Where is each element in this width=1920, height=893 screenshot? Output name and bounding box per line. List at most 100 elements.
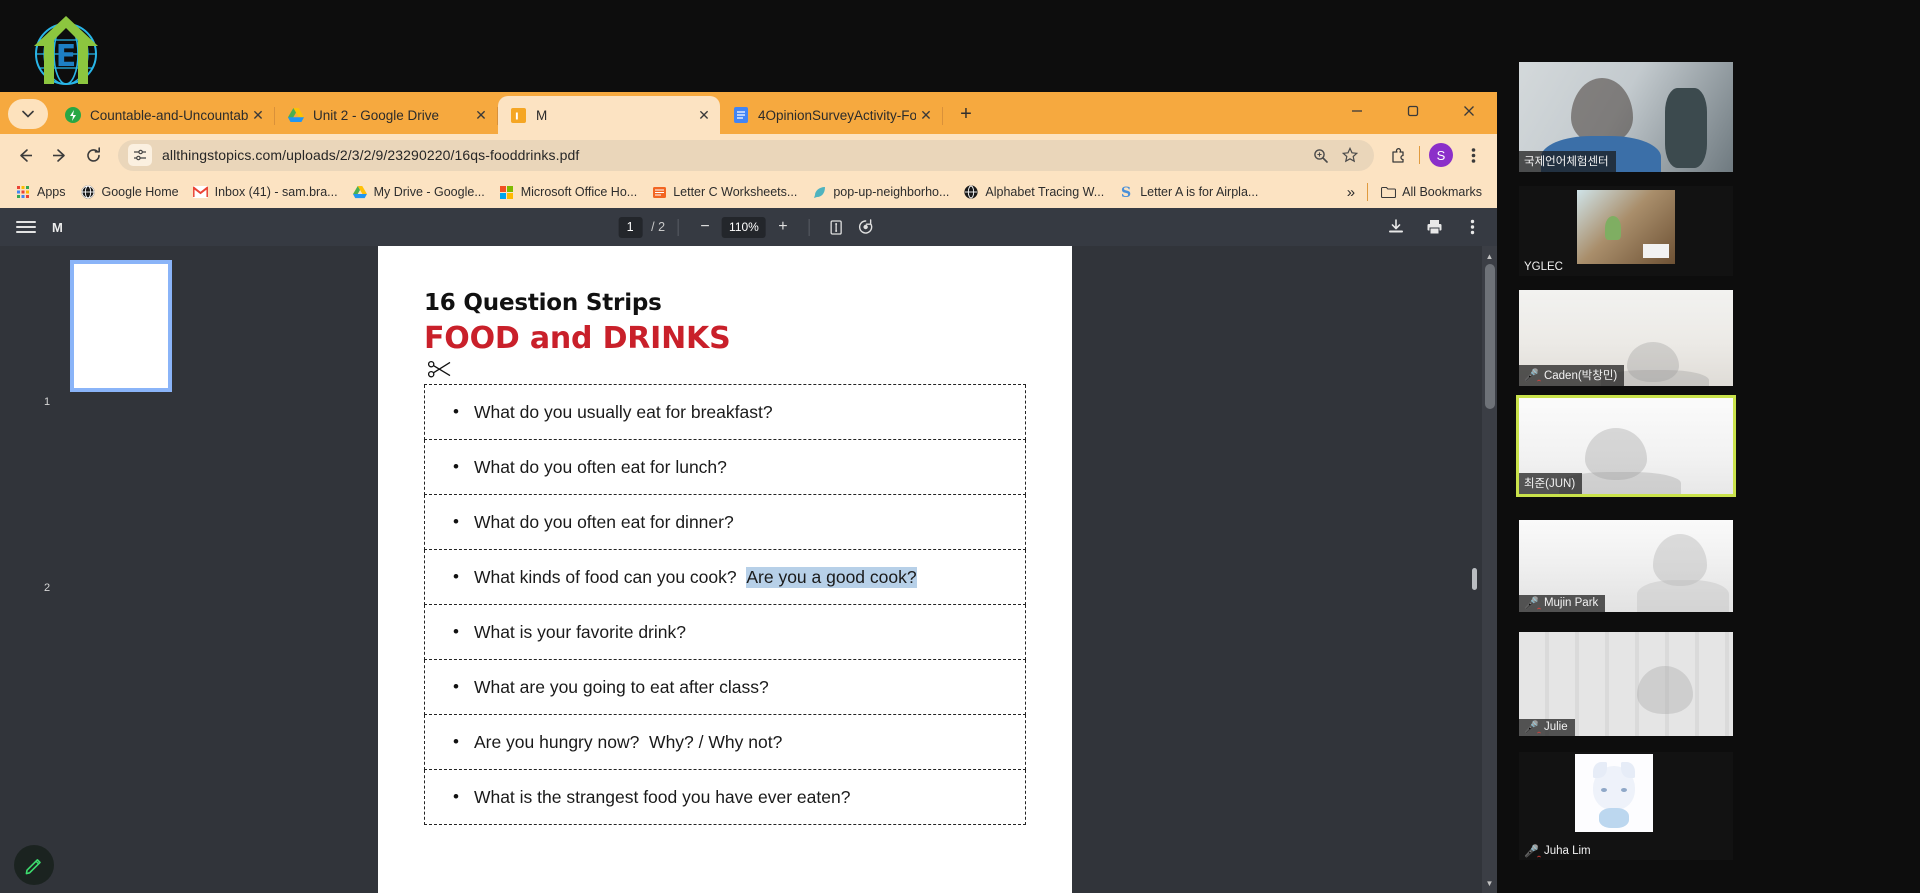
microsoft-icon <box>499 184 515 200</box>
participant-name-1: YGLEC <box>1519 259 1570 276</box>
zoom-indicator-icon[interactable] <box>1306 141 1334 169</box>
participant-name-5: 🎤̯ Julie <box>1519 719 1575 736</box>
bookmark-item-google-home[interactable]: Google Home <box>73 180 186 204</box>
browser-tab-2-active[interactable]: I M ✕ <box>498 96 720 134</box>
document-title-line1: 16 Question Strips <box>424 290 662 316</box>
bookmark-item-pop-up-neighborhood[interactable]: pop-up-neighborho... <box>804 180 956 204</box>
all-bookmarks-button[interactable]: All Bookmarks <box>1373 180 1489 204</box>
tab-title-3: 4OpinionSurveyActivity-FoodAn <box>758 107 916 123</box>
apps-grid-icon <box>15 184 31 200</box>
forward-button[interactable] <box>42 138 76 172</box>
scrollbar-thumb[interactable] <box>1485 264 1495 409</box>
google-docs-icon <box>732 107 749 124</box>
bookmark-label-2: Inbox (41) - sam.bra... <box>214 185 338 199</box>
pdf-vertical-scrollbar[interactable]: ▲ ▼ <box>1482 246 1497 893</box>
pdf-toolbar: M 1 / 2 − 110% + <box>0 208 1497 246</box>
thumbnail-number-1: 1 <box>43 396 51 408</box>
new-tab-button[interactable]: + <box>951 99 981 129</box>
question-text-6: Are you hungry now? Why? / Why not? <box>473 731 783 752</box>
download-icon[interactable] <box>1383 214 1409 240</box>
scissors-cut-icon <box>427 360 1026 380</box>
question-strip-7: • What is the strangest food you have ev… <box>424 770 1026 825</box>
participant-tile-0[interactable]: 국제언어체험센터 <box>1519 62 1733 172</box>
muted-mic-icon-2: 🎤̯ <box>1524 368 1539 382</box>
participant-tile-4[interactable]: 🎤̯ Mujin Park <box>1519 520 1733 612</box>
participant-label-5: Julie <box>1543 721 1568 733</box>
address-bar[interactable]: allthingstopics.com/uploads/2/3/2/9/2329… <box>118 139 1374 171</box>
zoom-in-button[interactable]: + <box>770 214 796 240</box>
current-page-input[interactable]: 1 <box>618 216 643 238</box>
bookmark-item-letter-a-airplane[interactable]: S Letter A is for Airpla... <box>1111 180 1265 204</box>
minimize-window-icon[interactable] <box>1329 92 1385 130</box>
pdf-document-name: M <box>52 219 63 235</box>
bookmark-item-microsoft-office[interactable]: Microsoft Office Ho... <box>492 180 644 204</box>
question-strip-0: • What do you usually eat for breakfast? <box>424 385 1026 440</box>
question-text-1: What do you often eat for lunch? <box>473 456 727 477</box>
pdf-sidebar-toggle-icon[interactable] <box>12 213 40 241</box>
teal-feather-icon <box>811 184 827 200</box>
scroll-down-arrow-icon[interactable]: ▼ <box>1482 875 1497 891</box>
thumbnail-page-1[interactable] <box>70 260 172 392</box>
pdf-page-zoom-controls: 1 / 2 − 110% + <box>618 214 879 240</box>
browser-tab-1[interactable]: Unit 2 - Google Drive ✕ <box>275 96 497 134</box>
close-window-icon[interactable] <box>1441 92 1497 130</box>
bookmarks-overflow-button[interactable]: » <box>1340 180 1362 204</box>
browser-tab-0[interactable]: Countable-and-Uncountable-n ✕ <box>52 96 274 134</box>
extensions-icon[interactable] <box>1382 139 1414 171</box>
bookmark-label-6: pop-up-neighborho... <box>833 185 950 199</box>
bookmark-label-1: Google Home <box>101 185 179 199</box>
all-bookmarks-label: All Bookmarks <box>1402 185 1482 199</box>
page-resize-handle[interactable] <box>1472 568 1477 590</box>
reload-button[interactable] <box>76 138 110 172</box>
bookmark-label-7: Alphabet Tracing W... <box>985 185 1105 199</box>
rotate-icon[interactable] <box>853 214 879 240</box>
pdf-more-options-icon[interactable] <box>1459 214 1485 240</box>
question-text-3: What kinds of food can you cook? <box>473 566 747 587</box>
profile-avatar[interactable]: S <box>1429 143 1453 167</box>
bookmark-item-inbox[interactable]: Inbox (41) - sam.bra... <box>186 180 345 204</box>
site-settings-icon[interactable] <box>128 144 152 166</box>
video-conference-panel: 국제언어체험센터 YGLEC 🎤̯ Caden(박창민) 최준(JUN) 🎤̯ … <box>1497 0 1920 893</box>
scroll-up-arrow-icon[interactable]: ▲ <box>1482 248 1497 264</box>
participant-tile-6[interactable]: 🎤̯ Juha Lim <box>1519 752 1733 860</box>
print-icon[interactable] <box>1421 214 1447 240</box>
chrome-menu-icon[interactable] <box>1457 139 1489 171</box>
bookmark-star-icon[interactable] <box>1336 141 1364 169</box>
tab-search-button[interactable] <box>8 99 48 129</box>
pdf-page-area: 16 Question Strips FOOD and DRINKS • Wha… <box>240 246 1497 893</box>
close-tab-icon-0[interactable]: ✕ <box>248 105 268 125</box>
participant-tile-1[interactable]: YGLEC <box>1519 186 1733 276</box>
maximize-window-icon[interactable] <box>1385 92 1441 130</box>
thumbnail-number-2: 2 <box>43 582 51 594</box>
question-strip-3: • What kinds of food can you cook? Are y… <box>424 550 1026 605</box>
close-tab-icon-2[interactable]: ✕ <box>694 105 714 125</box>
pdf-thumbnail-pane: 1 2 <box>0 246 240 893</box>
participant-name-4: 🎤̯ Mujin Park <box>1519 595 1606 612</box>
zoom-out-button[interactable]: − <box>692 214 718 240</box>
back-button[interactable] <box>8 138 42 172</box>
globe-dark-icon <box>963 184 979 200</box>
question-strip-4: • What is your favorite drink? <box>424 605 1026 660</box>
bookmark-label-3: My Drive - Google... <box>373 185 485 199</box>
pdf-toolbar-actions <box>1383 214 1485 240</box>
participant-tile-5[interactable]: 🎤̯ Julie <box>1519 632 1733 736</box>
bookmark-item-alphabet-tracing[interactable]: Alphabet Tracing W... <box>956 180 1111 204</box>
tab-title-1: Unit 2 - Google Drive <box>313 107 440 123</box>
participant-tile-2[interactable]: 🎤̯ Caden(박창민) <box>1519 290 1733 386</box>
annotate-pencil-button[interactable] <box>14 845 54 885</box>
zoom-level-label: 110% <box>722 216 766 238</box>
toolbar-divider <box>808 218 810 236</box>
bookmark-item-my-drive[interactable]: My Drive - Google... <box>345 180 492 204</box>
question-strip-5: • What are you going to eat after class? <box>424 660 1026 715</box>
bookmark-item-apps[interactable]: Apps <box>8 180 73 204</box>
bookmark-label-8: Letter A is for Airpla... <box>1140 185 1259 199</box>
participant-tile-3-speaking[interactable]: 최준(JUN) <box>1516 395 1736 497</box>
bookmarks-overflow-group: » All Bookmarks <box>1340 180 1489 204</box>
question-text-5: What are you going to eat after class? <box>473 676 769 697</box>
close-tab-icon-3[interactable]: ✕ <box>916 105 936 125</box>
bookmark-item-letter-c-worksheets[interactable]: Letter C Worksheets... <box>644 180 804 204</box>
tab-strip: Countable-and-Uncountable-n ✕ Unit 2 - G… <box>0 92 1497 134</box>
fit-to-page-icon[interactable] <box>823 214 849 240</box>
browser-tab-3[interactable]: 4OpinionSurveyActivity-FoodAn ✕ <box>720 96 942 134</box>
close-tab-icon-1[interactable]: ✕ <box>471 105 491 125</box>
